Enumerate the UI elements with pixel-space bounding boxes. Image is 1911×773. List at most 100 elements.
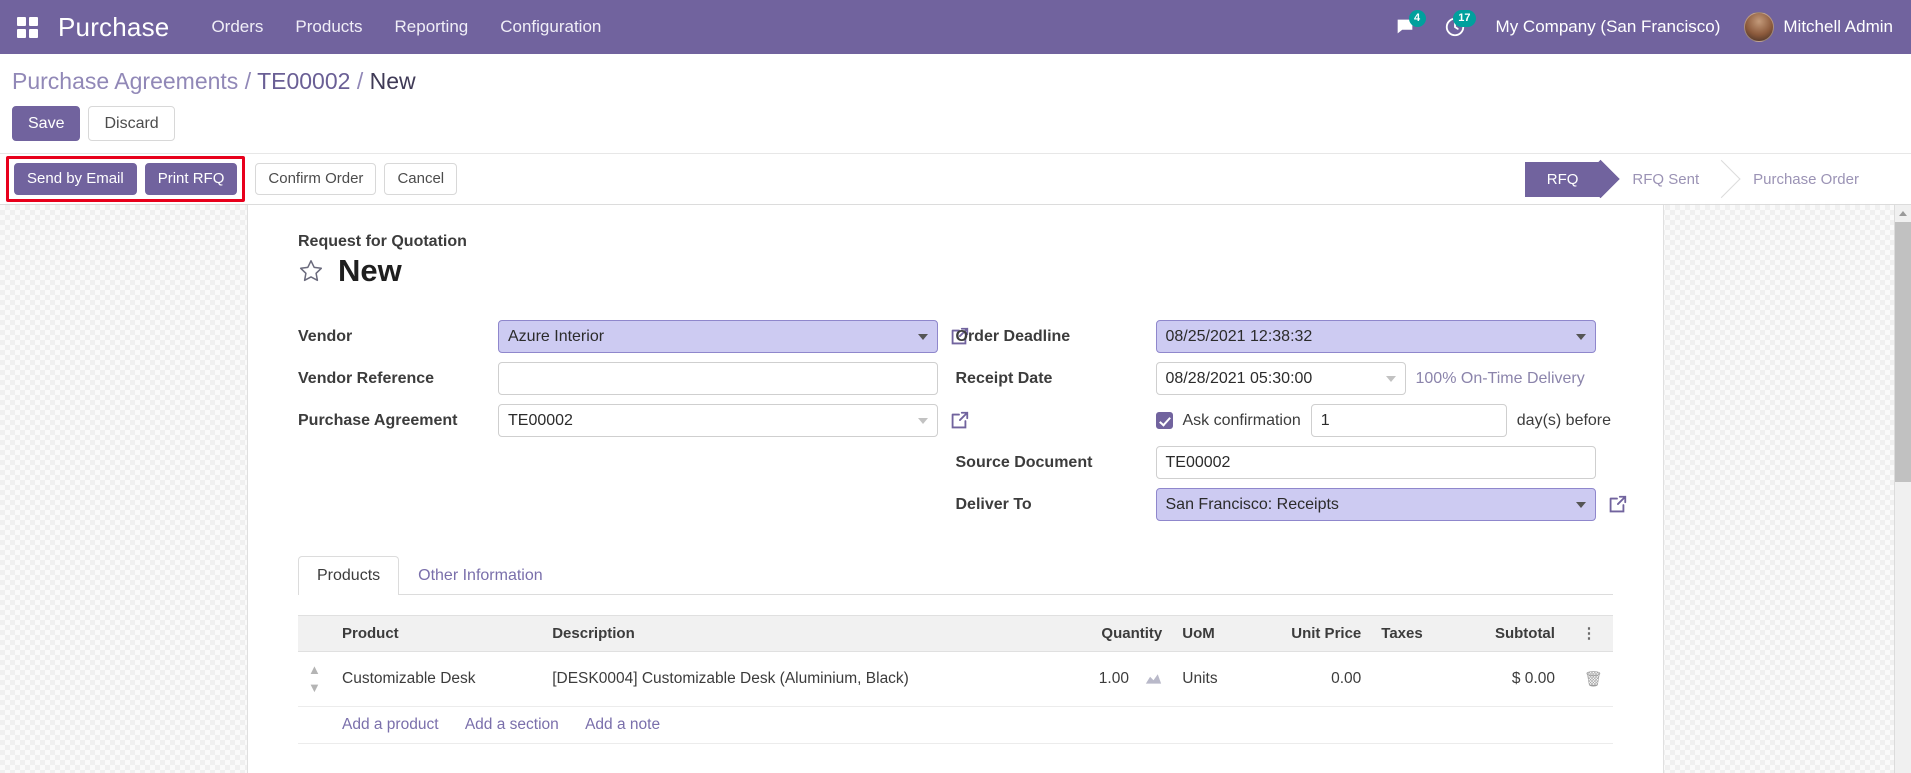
tab-products[interactable]: Products bbox=[298, 556, 400, 596]
purchase-agreement-input[interactable]: TE00002 bbox=[498, 404, 938, 438]
breadcrumb: Purchase Agreements / TE00002 / New bbox=[12, 68, 1911, 96]
scrollbar-thumb[interactable] bbox=[1895, 222, 1911, 483]
sheet-wrapper: Request for Quotation New Vendor Azure I… bbox=[0, 205, 1911, 773]
messages-menu[interactable]: 4 bbox=[1380, 0, 1430, 54]
ask-confirmation-checkbox[interactable] bbox=[1155, 412, 1173, 430]
chevron-up-icon bbox=[1899, 211, 1907, 217]
days-before-value: 1 bbox=[1320, 411, 1330, 429]
messages-count-badge: 4 bbox=[1408, 10, 1426, 27]
chevron-down-icon bbox=[1385, 375, 1396, 382]
activities-count-badge: 17 bbox=[1453, 10, 1476, 27]
menu-products[interactable]: Products bbox=[279, 9, 378, 45]
deliver-to-value: San Francisco: Receipts bbox=[1165, 495, 1339, 513]
action-status-bar: Send by Email Print RFQ Confirm Order Ca… bbox=[0, 153, 1911, 206]
activities-menu[interactable]: 17 bbox=[1430, 0, 1480, 54]
table-row[interactable]: ▲ ▼ Customizable Desk [DESK0004] Customiz… bbox=[298, 651, 1613, 708]
breadcrumb-bar: Purchase Agreements / TE00002 / New bbox=[0, 54, 1911, 96]
table-header-row: Product Description Quantity UoM Unit Pr… bbox=[298, 615, 1613, 653]
deliver-to-input[interactable]: San Francisco: Receipts bbox=[1155, 488, 1596, 522]
cell-delete[interactable]: 🗑 bbox=[1564, 651, 1613, 708]
order-lines-header: Product Description Quantity UoM Unit Pr… bbox=[298, 615, 1613, 653]
menu-orders[interactable]: Orders bbox=[195, 9, 279, 45]
field-row-purchase-agreement: Purchase Agreement TE00002 bbox=[298, 400, 969, 441]
order-deadline-value: 08/25/2021 12:38:32 bbox=[1165, 327, 1313, 345]
status-step-purchase-order[interactable]: Purchase Order bbox=[1731, 161, 1881, 197]
order-deadline-label: Order Deadline bbox=[955, 327, 1071, 345]
ask-confirmation-label: Ask confirmation bbox=[1182, 411, 1301, 429]
drag-handle-icon[interactable]: ▲ ▼ bbox=[308, 662, 321, 695]
days-before-input[interactable]: 1 bbox=[1310, 404, 1507, 438]
add-a-note-link[interactable]: Add a note bbox=[585, 716, 660, 734]
field-row-order-deadline: Order Deadline 08/25/2021 12:38:32 bbox=[956, 316, 1614, 357]
app-brand-purchase[interactable]: Purchase bbox=[54, 12, 195, 43]
confirm-order-button[interactable]: Confirm Order bbox=[255, 163, 377, 196]
deliver-to-label: Deliver To bbox=[955, 495, 1032, 513]
order-deadline-input[interactable]: 08/25/2021 12:38:32 bbox=[1155, 320, 1596, 354]
add-links-cell: Add a product Add a section Add a note bbox=[332, 706, 1613, 745]
field-row-source-document: Source Document TE00002 bbox=[956, 442, 1614, 483]
vertical-scrollbar[interactable] bbox=[1894, 205, 1911, 773]
secondary-actions: Confirm Order Cancel bbox=[255, 163, 458, 196]
tab-other-information[interactable]: Other Information bbox=[399, 556, 562, 595]
topbar-right-group: 4 17 My Company (San Francisco) Mitchell… bbox=[1380, 0, 1899, 54]
menu-configuration[interactable]: Configuration bbox=[484, 9, 617, 45]
cell-product[interactable]: Customizable Desk bbox=[332, 651, 543, 708]
form-subtitle: Request for Quotation bbox=[298, 233, 467, 251]
cell-taxes[interactable] bbox=[1371, 651, 1456, 708]
field-row-deliver-to: Deliver To San Francisco: Receipts bbox=[955, 484, 1626, 525]
breadcrumb-item-current: New bbox=[369, 68, 416, 94]
scroll-up-button[interactable] bbox=[1895, 205, 1911, 223]
col-options[interactable]: ⋮ bbox=[1564, 615, 1613, 653]
status-step-rfq-sent[interactable]: RFQ Sent bbox=[1610, 161, 1722, 197]
vendor-reference-label: Vendor Reference bbox=[298, 369, 435, 387]
field-row-vendor-reference: Vendor Reference bbox=[298, 358, 938, 399]
col-uom: UoM bbox=[1172, 615, 1248, 653]
form-page-background: Request for Quotation New Vendor Azure I… bbox=[0, 205, 1911, 773]
status-step-rfq[interactable]: RFQ bbox=[1524, 161, 1601, 197]
chevron-down-icon bbox=[1575, 333, 1586, 340]
save-button[interactable]: Save bbox=[12, 105, 81, 142]
chevron-down-icon bbox=[918, 417, 928, 424]
purchase-agreement-value: TE00002 bbox=[508, 411, 573, 429]
company-switcher[interactable]: My Company (San Francisco) bbox=[1480, 17, 1737, 37]
col-product: Product bbox=[332, 615, 543, 653]
cell-quantity[interactable]: 1.00 bbox=[1057, 651, 1173, 708]
breadcrumb-item-purchase-agreements[interactable]: Purchase Agreements bbox=[12, 68, 238, 94]
col-subtotal: Subtotal bbox=[1455, 615, 1565, 653]
cell-description[interactable]: [DESK0004] Customizable Desk (Aluminium,… bbox=[542, 651, 1058, 708]
row-drag-handle[interactable]: ▲ ▼ bbox=[298, 651, 332, 708]
col-handle bbox=[298, 615, 332, 653]
page-title: New bbox=[338, 253, 402, 289]
forecast-report-icon[interactable] bbox=[1145, 672, 1162, 685]
trash-icon[interactable]: 🗑 bbox=[1584, 671, 1603, 688]
print-rfq-button[interactable]: Print RFQ bbox=[144, 163, 238, 196]
user-menu[interactable]: Mitchell Admin bbox=[1736, 12, 1899, 42]
on-time-delivery-note: 100% On-Time Delivery bbox=[1415, 369, 1585, 387]
user-name-label: Mitchell Admin bbox=[1783, 17, 1893, 36]
receipt-date-input[interactable]: 08/28/2021 05:30:00 bbox=[1155, 362, 1406, 396]
vertical-dots-icon[interactable]: ⋮ bbox=[1581, 625, 1596, 642]
col-description: Description bbox=[542, 615, 1058, 653]
add-a-section-link[interactable]: Add a section bbox=[465, 716, 559, 734]
breadcrumb-separator-2: / bbox=[356, 68, 364, 94]
cancel-button[interactable]: Cancel bbox=[384, 163, 458, 196]
breadcrumb-item-te00002[interactable]: TE00002 bbox=[257, 68, 350, 94]
cell-unit-price[interactable]: 0.00 bbox=[1248, 651, 1372, 708]
vendor-input[interactable]: Azure Interior bbox=[498, 320, 938, 354]
add-row-spacer bbox=[298, 706, 332, 745]
source-document-input[interactable]: TE00002 bbox=[1155, 446, 1596, 480]
deliver-to-internal-link-icon[interactable] bbox=[1606, 494, 1628, 516]
send-by-email-button[interactable]: Send by Email bbox=[14, 163, 137, 196]
status-pipeline: RFQ RFQ Sent Purchase Order bbox=[1524, 154, 1911, 204]
vendor-reference-input[interactable] bbox=[498, 362, 938, 396]
star-outline-icon[interactable] bbox=[298, 258, 324, 284]
receipt-date-label: Receipt Date bbox=[955, 369, 1053, 387]
menu-reporting[interactable]: Reporting bbox=[379, 9, 485, 45]
vendor-label: Vendor bbox=[298, 327, 353, 345]
notebook-tabs: Products Other Information bbox=[298, 556, 1613, 596]
add-a-product-link[interactable]: Add a product bbox=[342, 716, 439, 734]
apps-grid-icon[interactable] bbox=[0, 0, 54, 54]
cell-uom[interactable]: Units bbox=[1172, 651, 1248, 708]
cell-subtotal: $ 0.00 bbox=[1455, 651, 1565, 708]
discard-button[interactable]: Discard bbox=[88, 105, 175, 142]
